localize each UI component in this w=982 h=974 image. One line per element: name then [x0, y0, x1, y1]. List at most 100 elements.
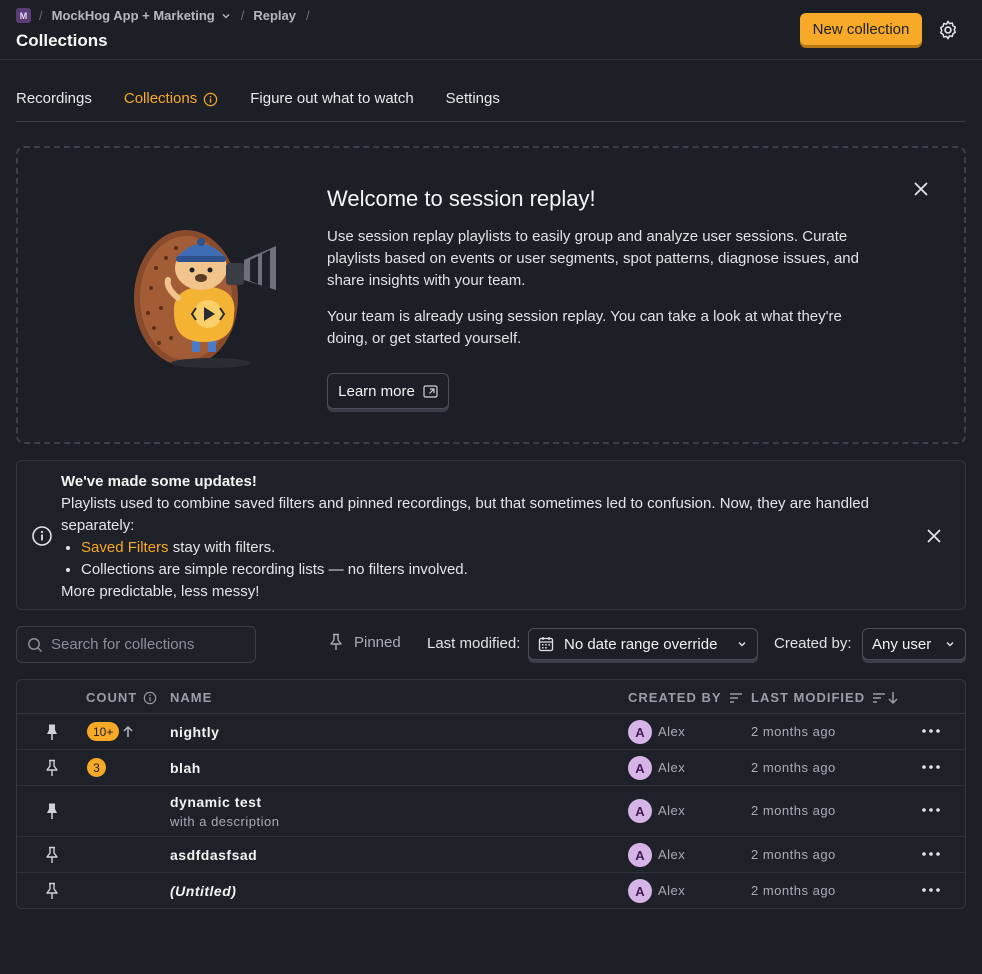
- creator-name: Alex: [658, 724, 686, 739]
- more-icon[interactable]: [921, 724, 941, 738]
- collection-name[interactable]: blah: [170, 760, 201, 776]
- collection-name[interactable]: asdfdasfsad: [170, 847, 257, 863]
- table-row[interactable]: 10+ nightly A Alex 2 months ago: [17, 714, 965, 750]
- sort-icon: [729, 692, 742, 703]
- last-modified-value: 2 months ago: [751, 883, 836, 898]
- notice-footer: More predictable, less messy!: [61, 583, 260, 600]
- pin-icon[interactable]: [44, 802, 60, 820]
- date-range-select[interactable]: No date range override: [528, 628, 758, 660]
- search-input[interactable]: [51, 636, 241, 653]
- chevron-down-icon: [946, 642, 954, 647]
- welcome-title: Welcome to session replay!: [327, 186, 596, 211]
- collection-name[interactable]: dynamic test: [170, 794, 262, 810]
- tab-recordings[interactable]: Recordings: [16, 90, 92, 122]
- tab-collections[interactable]: Collections: [124, 90, 218, 122]
- hedgehog-camera-illustration: [134, 230, 276, 368]
- pin-icon: [330, 633, 342, 650]
- creator-name: Alex: [658, 883, 686, 898]
- column-created-by[interactable]: CREATED BY: [628, 690, 744, 705]
- notice-body: Playlists used to combine saved filters …: [61, 495, 869, 534]
- creator-name: Alex: [658, 803, 686, 818]
- pin-icon[interactable]: [44, 846, 60, 864]
- column-last-modified[interactable]: LAST MODIFIED: [751, 690, 901, 705]
- more-icon[interactable]: [921, 803, 941, 817]
- search-field[interactable]: [16, 626, 256, 663]
- notice-title: We've made some updates!: [61, 473, 257, 490]
- breadcrumb: M / MockHog App + Marketing / Replay /: [16, 8, 319, 23]
- welcome-description: Use session replay playlists to easily g…: [327, 228, 859, 289]
- more-icon[interactable]: [921, 760, 941, 774]
- top-bar: M / MockHog App + Marketing / Replay / C…: [0, 0, 982, 60]
- pin-icon[interactable]: [44, 723, 60, 741]
- collection-description: with a description: [170, 814, 280, 829]
- notice-content: We've made some updates! Playlists used …: [61, 471, 911, 603]
- breadcrumb-separator: /: [240, 8, 245, 23]
- avatar: A: [628, 843, 652, 867]
- creator-name: Alex: [658, 847, 686, 862]
- collection-name[interactable]: (Untitled): [170, 883, 236, 899]
- external-link-icon: [423, 384, 438, 398]
- updates-notice: We've made some updates! Playlists used …: [16, 460, 966, 610]
- tab-label: Figure out what to watch: [250, 90, 414, 107]
- last-modified-value: 2 months ago: [751, 847, 836, 862]
- column-count-label: COUNT: [86, 690, 138, 705]
- table-row[interactable]: 3 blah A Alex 2 months ago: [17, 750, 965, 786]
- table-row[interactable]: (Untitled) A Alex 2 months ago: [17, 873, 965, 908]
- avatar: A: [628, 879, 652, 903]
- table-row[interactable]: asdfdasfsad A Alex 2 months ago: [17, 837, 965, 873]
- table-row[interactable]: dynamic test with a description A Alex 2…: [17, 786, 965, 837]
- pinned-label: Pinned: [354, 633, 401, 651]
- org-badge[interactable]: M: [16, 8, 31, 23]
- saved-filters-link[interactable]: Saved Filters: [81, 539, 169, 556]
- table-header: COUNT NAME CREATED BY LAST MODIFIED: [17, 680, 965, 714]
- tab-figure-out-what-to-watch[interactable]: Figure out what to watch: [250, 90, 413, 122]
- tab-settings[interactable]: Settings: [446, 90, 500, 122]
- tab-bar: Recordings Collections Figure out what t…: [16, 90, 966, 122]
- gear-icon[interactable]: [937, 19, 959, 41]
- collections-table: COUNT NAME CREATED BY LAST MODIFIED 10+ …: [16, 679, 966, 909]
- close-icon[interactable]: [912, 180, 930, 198]
- welcome-card: Welcome to session replay! Use session r…: [16, 146, 966, 444]
- tab-label: Recordings: [16, 90, 92, 107]
- pin-icon[interactable]: [44, 882, 60, 900]
- breadcrumb-separator: /: [39, 8, 43, 23]
- breadcrumb-section[interactable]: Replay: [253, 8, 296, 23]
- search-icon: [28, 637, 43, 652]
- column-name[interactable]: NAME: [170, 690, 212, 705]
- breadcrumb-project[interactable]: MockHog App + Marketing: [52, 8, 231, 23]
- pinned-filter-button[interactable]: Pinned: [328, 633, 401, 651]
- count-badge: 3: [87, 758, 106, 777]
- last-modified-value: 2 months ago: [751, 760, 836, 775]
- info-icon: [204, 92, 218, 107]
- count-badge: 10+: [87, 722, 120, 741]
- more-icon[interactable]: [921, 847, 941, 861]
- tab-label: Collections: [123, 90, 198, 107]
- tab-label: Settings: [445, 90, 500, 107]
- arrow-up-icon: [123, 725, 133, 737]
- avatar: A: [628, 756, 652, 780]
- creator-name: Alex: [658, 760, 686, 775]
- breadcrumb-project-label: MockHog App + Marketing: [51, 8, 215, 23]
- more-icon[interactable]: [921, 883, 941, 897]
- column-name-label: NAME: [170, 690, 213, 705]
- close-icon[interactable]: [925, 527, 943, 545]
- last-modified-value: 2 months ago: [751, 803, 836, 818]
- column-last-modified-label: LAST MODIFIED: [751, 690, 866, 705]
- page-title: Collections: [16, 31, 108, 50]
- notice-list: Saved Filters stay with filters. Collect…: [61, 537, 911, 581]
- info-icon: [143, 691, 157, 704]
- date-range-value: No date range override: [564, 635, 718, 653]
- collection-name[interactable]: nightly: [170, 724, 219, 740]
- sort-desc-icon: [873, 691, 898, 704]
- learn-more-button[interactable]: Learn more: [327, 373, 449, 409]
- avatar: A: [628, 720, 652, 744]
- column-created-by-label: CREATED BY: [628, 690, 722, 705]
- pin-icon[interactable]: [44, 759, 60, 777]
- new-collection-button[interactable]: New collection: [800, 13, 922, 45]
- notice-list-item: Saved Filters stay with filters.: [81, 537, 911, 559]
- chevron-down-icon: [738, 642, 746, 647]
- notice-list-item: Collections are simple recording lists —…: [81, 559, 911, 581]
- created-by-select[interactable]: Any user: [862, 628, 966, 660]
- last-modified-label: Last modified:: [427, 635, 521, 652]
- calendar-icon: [538, 637, 554, 652]
